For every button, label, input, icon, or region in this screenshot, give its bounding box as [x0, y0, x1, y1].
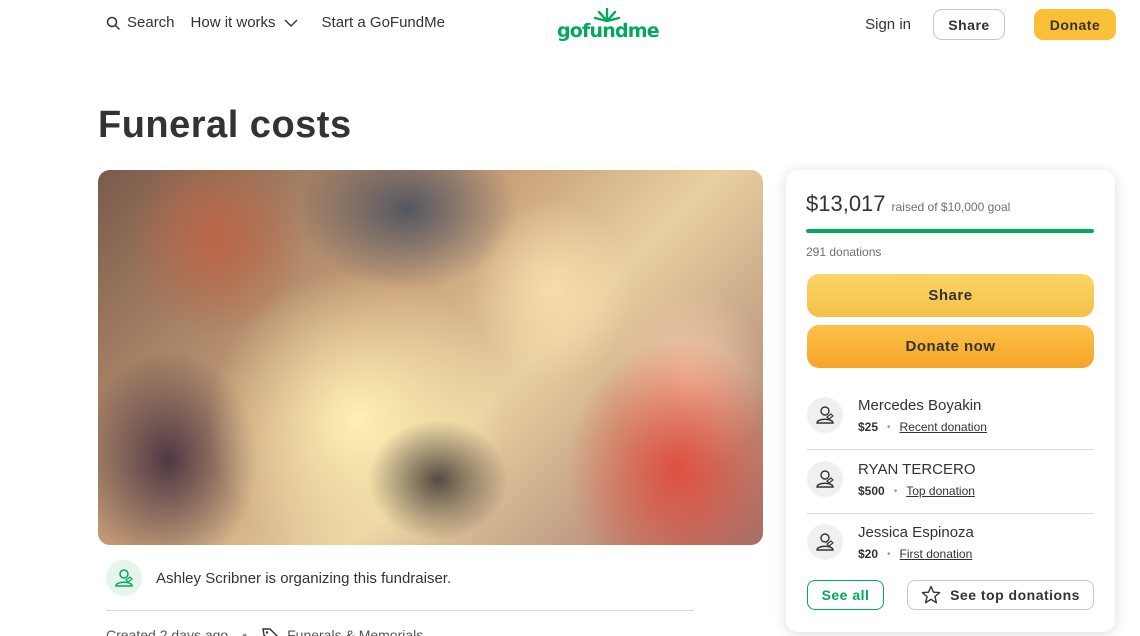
raised-goal: raised of $10,000 goal [891, 200, 1011, 214]
donor-details: $500 • Top donation [858, 484, 975, 498]
donor-divider [807, 513, 1094, 514]
organizer-text: Ashley Scribner is organizing this fundr… [156, 569, 452, 587]
donor-details: $25 • Recent donation [858, 420, 987, 434]
gofundme-logo[interactable]: gofundme [557, 6, 660, 42]
start-gofundme-link[interactable]: Start a GoFundMe [322, 14, 445, 31]
category-link[interactable]: Funerals & Memorials [261, 626, 423, 636]
category-label: Funerals & Memorials [287, 627, 424, 636]
primary-nav: Search How it works Start a GoFundMe [106, 14, 445, 31]
organizer-avatar [106, 560, 142, 596]
donor-separator: • [893, 485, 898, 497]
organizer-row: Ashley Scribner is organizing this fundr… [106, 560, 451, 596]
donation-card: $13,017 raised of $10,000 goal 291 donat… [786, 170, 1115, 632]
chevron-down-icon [284, 19, 298, 27]
header-donate-button[interactable]: Donate [1034, 9, 1116, 40]
donor-name: Mercedes Boyakin [858, 397, 982, 414]
user-icon [816, 406, 834, 424]
organizer-divider [106, 610, 694, 611]
search-label: Search [127, 14, 175, 31]
header-share-button[interactable]: Share [933, 9, 1005, 40]
start-gofundme-label: Start a GoFundMe [321, 14, 445, 31]
meta-separator: • [242, 627, 248, 636]
page-title: Funeral costs [98, 104, 352, 146]
tag-icon [262, 628, 279, 636]
donor-amount: $20 [858, 547, 879, 561]
donor-item: RYAN TERCERO $500 • Top donation [807, 461, 1094, 525]
donor-avatar [807, 397, 843, 433]
donor-tag-link[interactable]: Top donation [906, 484, 975, 498]
search-icon [106, 16, 120, 30]
donor-details: $20 • First donation [858, 547, 972, 561]
donor-amount: $500 [858, 484, 885, 498]
raised-summary: $13,017 raised of $10,000 goal [806, 191, 1010, 217]
raised-amount: $13,017 [806, 191, 886, 216]
donations-count: 291 donations [806, 245, 882, 259]
donor-tag-link[interactable]: Recent donation [900, 420, 987, 434]
how-it-works-label: How it works [190, 14, 276, 31]
donor-name: Jessica Espinoza [858, 524, 974, 541]
star-icon [921, 585, 941, 604]
user-icon [816, 533, 834, 551]
campaign-meta: Created 2 days ago • Funerals & Memorial… [106, 626, 423, 636]
see-all-button[interactable]: See all [807, 580, 884, 610]
user-icon [115, 569, 133, 587]
progress-bar [806, 229, 1094, 233]
donate-now-button[interactable]: Donate now [807, 325, 1094, 368]
donor-avatar [807, 461, 843, 497]
user-icon [816, 470, 834, 488]
search-link[interactable]: Search [106, 14, 175, 31]
campaign-hero-image [98, 170, 763, 545]
see-top-donations-label: See top donations [950, 587, 1080, 603]
donor-separator: • [887, 548, 891, 560]
share-button[interactable]: Share [807, 274, 1094, 317]
created-date: Created 2 days ago [106, 627, 229, 636]
sign-in-link[interactable]: Sign in [865, 16, 911, 33]
donor-name: RYAN TERCERO [858, 461, 976, 478]
donor-tag-link[interactable]: First donation [900, 547, 973, 561]
donor-divider [807, 449, 1094, 450]
how-it-works-menu[interactable]: How it works [191, 14, 298, 31]
donor-separator: • [887, 421, 891, 433]
donor-avatar [807, 524, 843, 560]
header-actions: Sign in Share Donate [865, 9, 1116, 40]
donor-amount: $25 [858, 420, 879, 434]
logo-wordmark: gofundme [557, 20, 660, 42]
site-header: Search How it works Start a GoFundMe gof… [0, 0, 1140, 50]
donor-item: Jessica Espinoza $20 • First donation [807, 524, 1094, 588]
donor-item: Mercedes Boyakin $25 • Recent donation [807, 397, 1094, 461]
see-top-donations-button[interactable]: See top donations [907, 580, 1094, 610]
progress-bar-fill [806, 229, 1094, 233]
